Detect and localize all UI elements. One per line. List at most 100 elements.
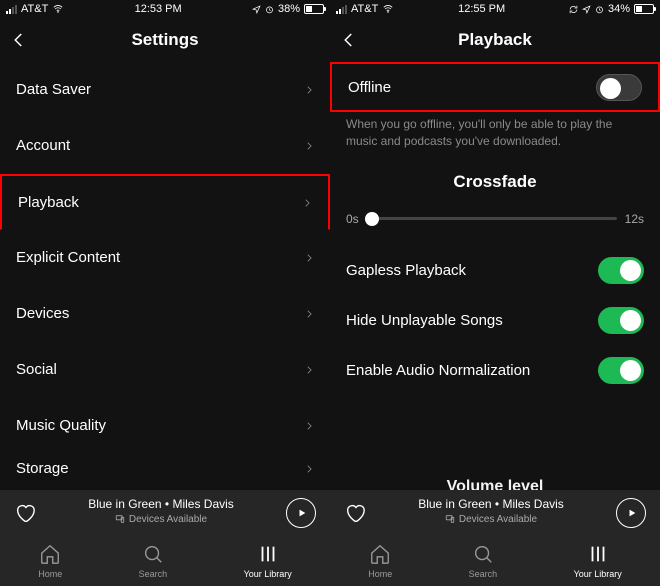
now-playing-bar[interactable]: Blue in Green • Miles Davis Devices Avai… [0, 490, 330, 536]
crossfade-max: 12s [625, 212, 644, 226]
track-label: Blue in Green • Miles Davis [366, 497, 616, 511]
tab-label: Search [139, 569, 168, 579]
search-icon [472, 543, 494, 567]
page-title: Settings [131, 30, 198, 50]
row-label: Social [16, 361, 57, 378]
settings-row-social[interactable]: Social [0, 342, 330, 398]
crossfade-min: 0s [346, 212, 359, 226]
tab-home[interactable]: Home [368, 543, 392, 579]
back-icon[interactable] [10, 31, 28, 49]
tab-bar: Home Search Your Library [0, 536, 330, 586]
row-label: Music Quality [16, 417, 106, 434]
home-icon [369, 543, 391, 567]
toggle-row-enable-audio-normalization[interactable]: Enable Audio Normalization [330, 346, 660, 396]
playback-content: Offline When you go offline, you'll only… [330, 62, 660, 490]
settings-row-playback[interactable]: Playback [0, 174, 330, 230]
toggle-label: Hide Unplayable Songs [346, 312, 503, 329]
chevron-right-icon [304, 462, 314, 476]
offline-row[interactable]: Offline [330, 62, 660, 112]
track-label: Blue in Green • Miles Davis [36, 497, 286, 511]
page-title: Playback [458, 30, 532, 50]
toggle-switch[interactable] [598, 357, 644, 384]
status-bar: AT&T 12:55 PM 34% [330, 0, 660, 18]
tab-label: Your Library [574, 569, 622, 579]
row-label: Storage [16, 460, 69, 477]
status-bar: AT&T 12:53 PM 38% [0, 0, 330, 18]
library-icon [587, 543, 609, 567]
crossfade-slider[interactable] [367, 217, 617, 220]
search-icon [142, 543, 164, 567]
battery-icon [304, 4, 324, 14]
back-icon[interactable] [340, 31, 358, 49]
refresh-icon [569, 5, 578, 14]
settings-row-account[interactable]: Account [0, 118, 330, 174]
row-label: Account [16, 137, 70, 154]
row-label: Data Saver [16, 81, 91, 98]
settings-row-devices[interactable]: Devices [0, 286, 330, 342]
now-playing-bar[interactable]: Blue in Green • Miles Davis Devices Avai… [330, 490, 660, 536]
home-icon [39, 543, 61, 567]
tab-your-library[interactable]: Your Library [244, 543, 292, 579]
toggle-switch[interactable] [598, 307, 644, 334]
devices-row[interactable]: Devices Available [445, 514, 537, 525]
devices-row[interactable]: Devices Available [115, 514, 207, 525]
chevron-right-icon [304, 251, 314, 265]
row-label: Devices [16, 305, 69, 322]
settings-row-explicit-content[interactable]: Explicit Content [0, 230, 330, 286]
battery-pct-label: 38% [278, 3, 300, 15]
next-section-title: Volume level [330, 472, 660, 490]
settings-row-music-quality[interactable]: Music Quality [0, 398, 330, 454]
wifi-icon [52, 4, 64, 14]
row-label: Explicit Content [16, 249, 120, 266]
signal-icon [336, 4, 347, 14]
tab-label: Home [38, 569, 62, 579]
devices-icon [445, 514, 455, 524]
screen-settings: AT&T 12:53 PM 38% Settings Data Saver Ac… [0, 0, 330, 586]
tab-your-library[interactable]: Your Library [574, 543, 622, 579]
chevron-right-icon [302, 196, 312, 210]
alarm-icon [265, 5, 274, 14]
location-icon [252, 5, 261, 14]
tab-search[interactable]: Search [139, 543, 168, 579]
tab-home[interactable]: Home [38, 543, 62, 579]
tab-search[interactable]: Search [469, 543, 498, 579]
settings-row-storage[interactable]: Storage [0, 454, 330, 484]
toggle-label: Gapless Playback [346, 262, 466, 279]
clock-label: 12:55 PM [458, 3, 505, 15]
offline-subtext: When you go offline, you'll only be able… [330, 112, 660, 164]
chevron-right-icon [304, 139, 314, 153]
chevron-right-icon [304, 307, 314, 321]
alarm-icon [595, 5, 604, 14]
crossfade-title: Crossfade [330, 164, 660, 204]
heart-icon[interactable] [344, 502, 366, 524]
location-icon [582, 5, 591, 14]
battery-icon [634, 4, 654, 14]
tab-label: Your Library [244, 569, 292, 579]
carrier-label: AT&T [21, 3, 48, 15]
crossfade-slider-row: 0s 12s [330, 204, 660, 246]
heart-icon[interactable] [14, 502, 36, 524]
chevron-right-icon [304, 419, 314, 433]
toggle-label: Enable Audio Normalization [346, 362, 530, 379]
signal-icon [6, 4, 17, 14]
library-icon [257, 543, 279, 567]
offline-label: Offline [348, 79, 391, 96]
nav-header: Playback [330, 18, 660, 62]
carrier-label: AT&T [351, 3, 378, 15]
play-icon [627, 508, 637, 518]
toggle-row-gapless-playback[interactable]: Gapless Playback [330, 246, 660, 296]
settings-row-data-saver[interactable]: Data Saver [0, 62, 330, 118]
toggle-switch[interactable] [598, 257, 644, 284]
battery-pct-label: 34% [608, 3, 630, 15]
offline-toggle[interactable] [596, 74, 642, 101]
toggle-row-hide-unplayable-songs[interactable]: Hide Unplayable Songs [330, 296, 660, 346]
tab-label: Search [469, 569, 498, 579]
play-button[interactable] [286, 498, 316, 528]
play-button[interactable] [616, 498, 646, 528]
tab-label: Home [368, 569, 392, 579]
wifi-icon [382, 4, 394, 14]
clock-label: 12:53 PM [135, 3, 182, 15]
play-icon [297, 508, 307, 518]
tab-bar: Home Search Your Library [330, 536, 660, 586]
row-label: Playback [18, 194, 79, 211]
